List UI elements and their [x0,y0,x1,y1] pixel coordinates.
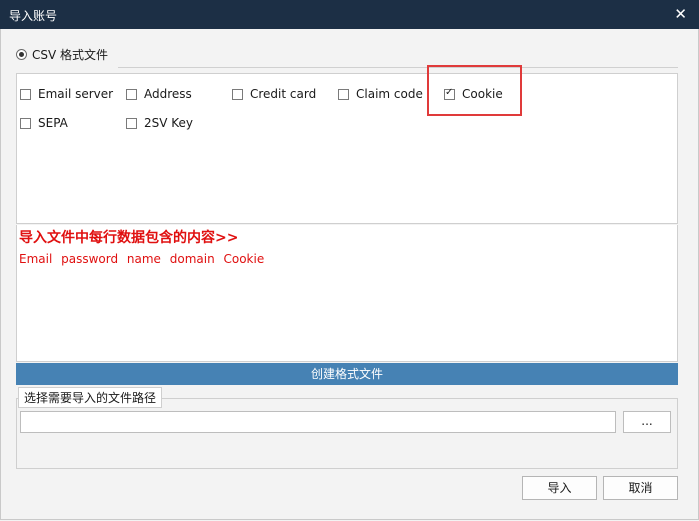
checkbox-icon[interactable] [20,88,31,100]
csv-format-label: CSV 格式文件 [32,48,109,62]
checkbox-label: Email server [38,87,114,101]
checkbox-label: 2SV Key [144,116,194,130]
checkbox-sepa[interactable]: SEPA [20,116,68,130]
description-title: 导入文件中每行数据包含的内容>> [19,230,239,246]
checkbox-label: Address [144,87,192,101]
checkbox-icon[interactable] [20,117,31,129]
cookie-highlight-box [427,65,522,116]
checkbox-label: SEPA [38,116,68,130]
create-format-file-button[interactable]: 创建格式文件 [16,363,678,385]
checkbox-address[interactable]: Address [126,87,192,101]
file-path-legend: 选择需要导入的文件路径 [18,387,163,408]
checkbox-icon[interactable] [126,88,137,100]
cancel-button[interactable]: 取消 [603,476,678,500]
checkbox-label: Credit card [250,87,317,101]
close-icon[interactable]: ✕ [674,5,687,23]
csv-format-radio[interactable]: CSV 格式文件 [16,46,108,63]
checkbox-claim-code[interactable]: Claim code [338,87,423,101]
title-bar: 导入账号 ✕ [0,0,699,29]
file-path-group [16,398,678,469]
description-fields: Email password name domain Cookie [19,252,265,266]
checkbox-2sv-key[interactable]: 2SV Key [126,116,193,130]
file-path-input[interactable] [20,411,616,433]
window-title: 导入账号 [9,9,58,23]
browse-button[interactable]: ... [623,411,671,433]
checkbox-email-server[interactable]: Email server [20,87,113,101]
checkbox-label: Claim code [356,87,423,101]
radio-selected-icon[interactable] [16,49,27,60]
checkbox-icon[interactable] [232,88,243,100]
separator-line [118,67,678,68]
checkbox-icon[interactable] [126,117,137,129]
import-button[interactable]: 导入 [522,476,597,500]
checkbox-icon[interactable] [338,88,349,100]
checkbox-credit-card[interactable]: Credit card [232,87,316,101]
